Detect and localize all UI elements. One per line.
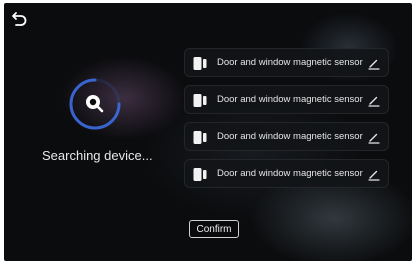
device-list: Door and window magnetic sensor Door and… [184,48,389,196]
door-sensor-icon [193,130,207,145]
edit-icon[interactable] [368,131,380,144]
device-search-screen: Searching device... Door and window magn… [4,3,412,261]
device-label: Door and window magnetic sensor [217,94,363,105]
search-status-text: Searching device... [42,148,153,163]
search-spinner [66,75,124,133]
edit-icon[interactable] [368,168,380,181]
device-label: Door and window magnetic sensor [217,57,363,68]
device-label: Door and window magnetic sensor [217,168,363,179]
device-item[interactable]: Door and window magnetic sensor [184,122,389,151]
confirm-button[interactable]: Confirm [189,220,239,238]
edit-icon[interactable] [368,94,380,107]
device-label: Door and window magnetic sensor [217,131,363,142]
door-sensor-icon [193,93,207,108]
door-sensor-icon [193,56,207,71]
device-item[interactable]: Door and window magnetic sensor [184,48,389,77]
back-button[interactable] [10,9,30,29]
device-item[interactable]: Door and window magnetic sensor [184,159,389,188]
search-icon [86,95,104,113]
back-arrow-icon [12,12,27,26]
device-item[interactable]: Door and window magnetic sensor [184,85,389,114]
edit-icon[interactable] [368,57,380,70]
door-sensor-icon [193,167,207,182]
